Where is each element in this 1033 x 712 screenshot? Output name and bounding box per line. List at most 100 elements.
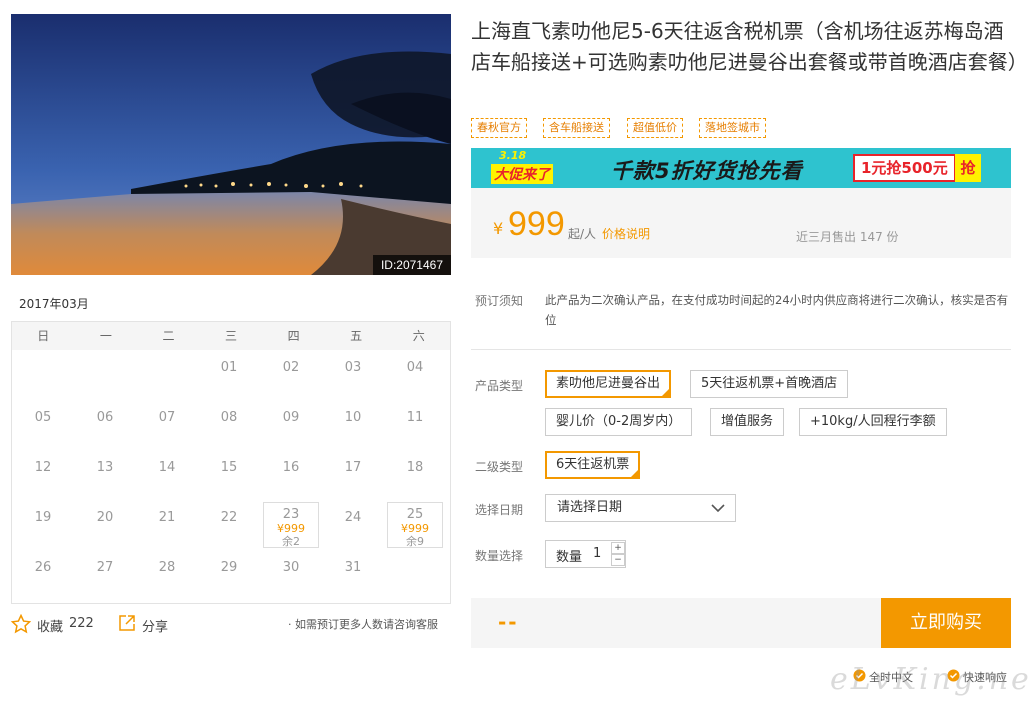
calendar-day-number: 24 xyxy=(344,510,362,525)
calendar-day: 14 xyxy=(139,452,195,498)
calendar-day-number: 14 xyxy=(158,460,176,475)
calendar-day-number: 18 xyxy=(406,460,424,475)
date-select[interactable]: 请选择日期 xyxy=(545,494,736,522)
sold-count: 近三月售出 147 份 xyxy=(796,230,899,244)
banner-badge-bottom: 大促来了 xyxy=(491,164,553,184)
calendar-day-number: 06 xyxy=(96,410,114,425)
calendar-day-number: 28 xyxy=(158,560,176,575)
calendar-day: 15 xyxy=(201,452,257,498)
calendar-day-number: 31 xyxy=(344,560,362,575)
calendar-day: 05 xyxy=(15,402,71,448)
tag-official: 春秋官方 xyxy=(471,118,527,138)
watermark: eLvKing.net xyxy=(830,662,1033,697)
banner-headline: 千款5折好货抢先看 xyxy=(611,159,803,183)
price-note-link[interactable]: 价格说明 xyxy=(602,225,650,242)
collect-button[interactable]: 收藏 xyxy=(37,616,63,635)
calendar-day-remain: 余9 xyxy=(406,535,424,548)
calendar-day: 16 xyxy=(263,452,319,498)
calendar-day: 24 xyxy=(325,502,381,548)
calendar-day: 01 xyxy=(201,352,257,398)
calendar-day[interactable]: 25 ¥999 余9 xyxy=(387,502,443,548)
qty-decrease-button[interactable]: − xyxy=(611,554,625,566)
qty-value[interactable]: 1 xyxy=(593,546,601,561)
beach-night-photo xyxy=(11,14,451,275)
option-type-value-added[interactable]: 增值服务 xyxy=(710,408,785,436)
buy-now-button[interactable]: 立即购买 xyxy=(881,598,1011,648)
calendar-day-number: 15 xyxy=(220,460,238,475)
calendar-day: 02 xyxy=(263,352,319,398)
calendar-day: 12 xyxy=(15,452,71,498)
calendar-day: 13 xyxy=(77,452,133,498)
calendar-day-number: 26 xyxy=(34,560,52,575)
weekday-mon: 一 xyxy=(99,329,112,343)
calendar-day: 21 xyxy=(139,502,195,548)
calendar-day: 09 xyxy=(263,402,319,448)
calendar-month-tab[interactable]: 2017年03月 xyxy=(11,288,101,324)
subtype-label: 二级类型 xyxy=(475,460,524,474)
price-unit: 起/人 xyxy=(568,227,597,241)
calendar-day: 03 xyxy=(325,352,381,398)
calendar-day-number: 22 xyxy=(220,510,238,525)
calendar-day-number: 30 xyxy=(282,560,300,575)
calendar-day-number: 11 xyxy=(406,410,424,425)
calendar-day: 30 xyxy=(263,552,319,598)
calendar-day-number: 01 xyxy=(220,360,238,375)
calendar-day-number: 19 xyxy=(34,510,52,525)
calendar-day: 18 xyxy=(387,452,443,498)
calendar-day: 28 xyxy=(139,552,195,598)
option-type-flight-hotel[interactable]: 5天往返机票+首晚酒店 xyxy=(690,370,849,398)
calendar-day-number: 23 xyxy=(282,507,300,522)
calendar-day-number: 17 xyxy=(344,460,362,475)
notice-label: 预订须知 xyxy=(475,294,524,308)
calendar-day: 31 xyxy=(325,552,381,598)
calendar-day-number: 27 xyxy=(96,560,114,575)
image-id-label: ID:2071467 xyxy=(372,255,451,275)
calendar-day-number: 29 xyxy=(220,560,238,575)
calendar-day-number: 07 xyxy=(158,410,176,425)
weekday-sun: 日 xyxy=(37,329,50,343)
product-title: 上海直飞素叻他尼5-6天往返含税机票（含机场往返苏梅岛酒店车船接送+可选购素叻他… xyxy=(471,19,1028,74)
calendar-day: 29 xyxy=(201,552,257,598)
share-icon[interactable] xyxy=(118,614,136,635)
weekday-wed: 三 xyxy=(225,329,238,343)
calendar-day: 19 xyxy=(15,502,71,548)
calendar-day: 26 xyxy=(15,552,71,598)
calendar-day[interactable]: 23 ¥999 余2 xyxy=(263,502,319,548)
calendar-day: 07 xyxy=(139,402,195,448)
calendar-day-price: ¥999 xyxy=(277,522,305,535)
calendar-day-number: 10 xyxy=(344,410,362,425)
product-photo: ID:2071467 xyxy=(11,14,451,275)
calendar-day-number: 25 xyxy=(406,507,424,522)
calendar-day-number: 13 xyxy=(96,460,114,475)
calendar-day: 22 xyxy=(201,502,257,548)
star-icon[interactable] xyxy=(10,613,32,637)
calendar-day: 27 xyxy=(77,552,133,598)
calendar-day: 10 xyxy=(325,402,381,448)
qty-inner-label: 数量 xyxy=(556,550,583,565)
option-type-infant[interactable]: 婴儿价（0-2周岁内） xyxy=(545,408,693,436)
price-currency: ¥ xyxy=(493,219,504,238)
qty-increase-button[interactable]: + xyxy=(611,542,625,554)
calendar-day-number: 09 xyxy=(282,410,300,425)
collect-count: 222 xyxy=(69,616,94,631)
calendar-day-number: 02 xyxy=(282,360,300,375)
chevron-down-icon xyxy=(711,504,725,513)
calendar-day: 08 xyxy=(201,402,257,448)
quantity-stepper[interactable]: 数量 1 + − xyxy=(545,540,626,568)
weekday-tue: 二 xyxy=(162,329,175,343)
calendar-day-price: ¥999 xyxy=(401,522,429,535)
calendar-day-number: 16 xyxy=(282,460,300,475)
calendar-day: 17 xyxy=(325,452,381,498)
share-button[interactable]: 分享 xyxy=(142,616,168,635)
calendar-day: 20 xyxy=(77,502,133,548)
calendar-day-number: 20 xyxy=(96,510,114,525)
calendar-day-number: 08 xyxy=(220,410,238,425)
calendar-grid: 日 一 二 三 四 五 六 01 02 03 04 05 06 07 08 09 10 11 12 13… xyxy=(11,321,451,604)
qty-label: 数量选择 xyxy=(475,549,524,563)
option-type-surat-bangkok[interactable]: 素叻他尼进曼谷出 xyxy=(545,370,672,398)
option-type-luggage[interactable]: +10kg/人回程行李额 xyxy=(799,408,947,436)
option-subtype-6day[interactable]: 6天往返机票 xyxy=(545,451,641,479)
divider xyxy=(471,349,1011,350)
calendar-day: 06 xyxy=(77,402,133,448)
promo-banner[interactable]: 3.18 大促来了 千款5折好货抢先看 1元抢500元 抢 xyxy=(471,148,1011,188)
